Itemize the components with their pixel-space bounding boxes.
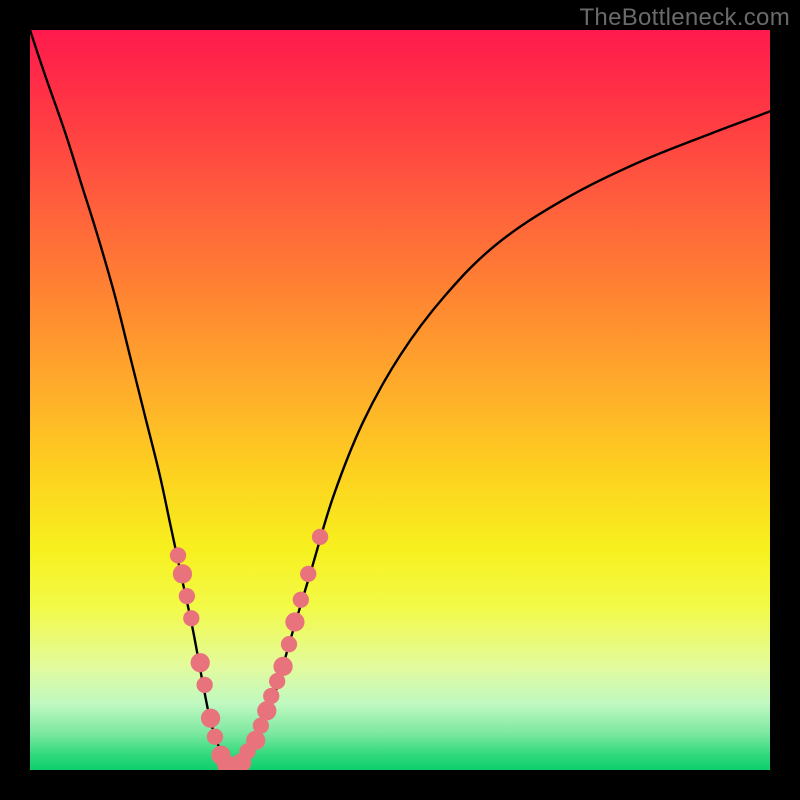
- data-marker: [197, 677, 213, 693]
- data-marker: [179, 588, 195, 604]
- data-marker: [201, 709, 220, 728]
- chart-svg: [30, 30, 770, 770]
- data-marker: [173, 564, 192, 583]
- data-marker: [263, 688, 279, 704]
- data-marker: [281, 636, 297, 652]
- data-marker: [207, 729, 223, 745]
- data-marker: [257, 701, 276, 720]
- markers-group: [170, 529, 328, 770]
- data-marker: [170, 547, 186, 563]
- data-marker: [183, 610, 199, 626]
- data-marker: [191, 653, 210, 672]
- data-marker: [312, 529, 328, 545]
- watermark-text: TheBottleneck.com: [579, 4, 790, 32]
- data-marker: [285, 612, 304, 631]
- data-marker: [246, 731, 265, 750]
- curve-right-curve: [234, 111, 771, 770]
- data-marker: [273, 657, 292, 676]
- data-marker: [300, 566, 316, 582]
- chart-frame: TheBottleneck.com: [0, 0, 800, 800]
- data-marker: [293, 592, 309, 608]
- plot-area: [30, 30, 770, 770]
- curves-group: [30, 30, 770, 770]
